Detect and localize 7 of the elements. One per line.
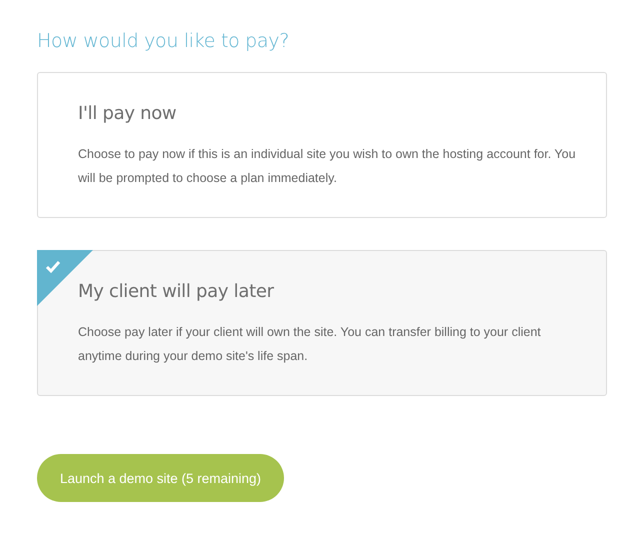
page-heading: How would you like to pay?	[37, 30, 290, 52]
option-description: Choose pay later if your client will own the site. You can transfer billing to your client anytime during your demo site's life span.	[78, 324, 542, 365]
option-description: Choose to pay now if this is an individual site you wish to own the hosting account for. You will be prompted to choose a plan immediately.	[78, 146, 576, 187]
option-title: I'll pay now	[78, 103, 178, 124]
option-title: My client will pay later	[78, 281, 275, 302]
payment-option-card[interactable]: I'll pay now Choose to pay now if this is an individual site you wish to own the hosting account for. You will be prompted to choose a plan immediately.	[37, 72, 607, 218]
payment-option-card[interactable]: My client will pay later Choose pay later if your client will own the site. You can transfer billing to your client anytime during your demo site's life span.	[37, 250, 607, 396]
